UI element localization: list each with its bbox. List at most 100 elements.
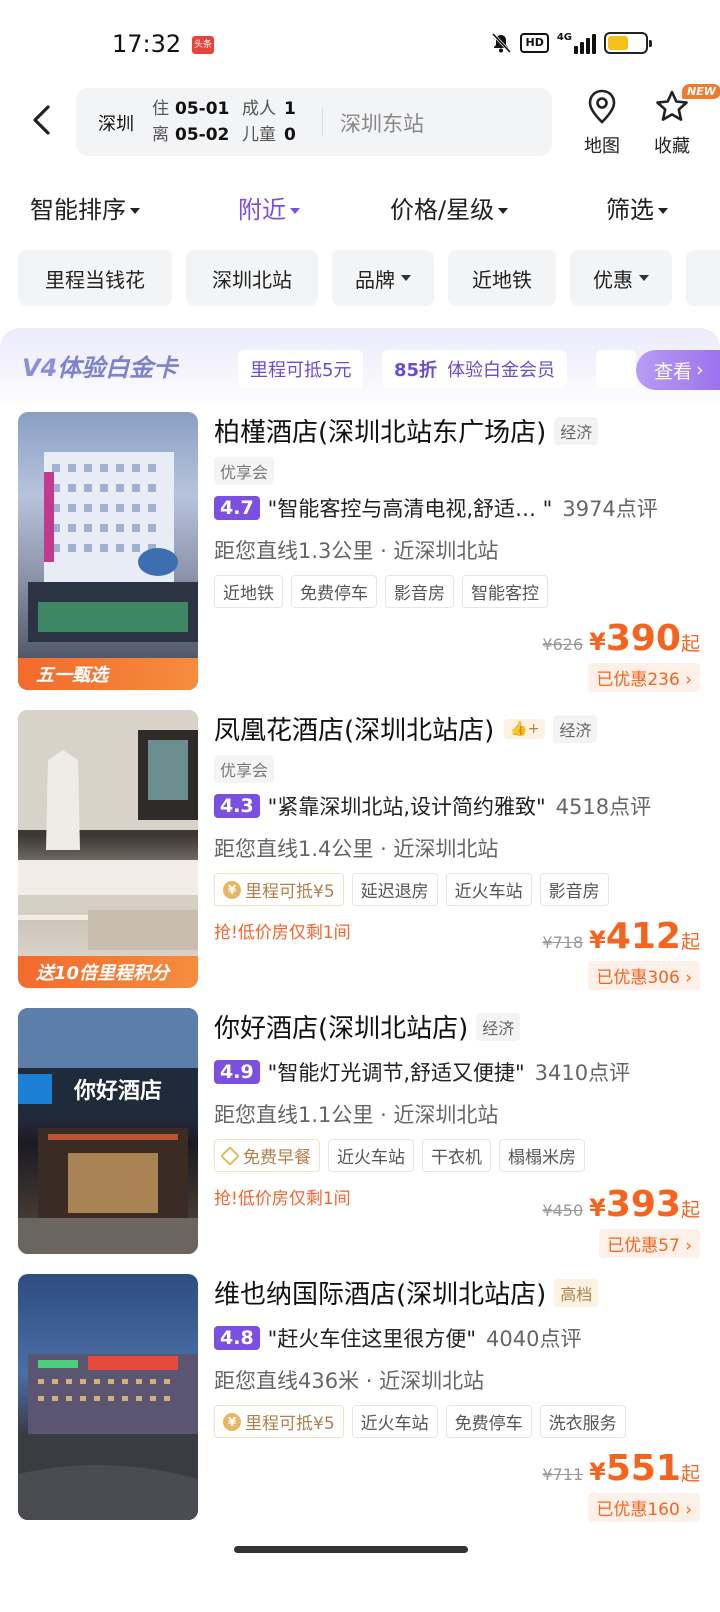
amenity-tag: 洗衣服务 <box>539 1405 626 1438</box>
network-type: 4G <box>556 32 572 43</box>
map-button[interactable]: 地图 <box>580 88 624 158</box>
hotel-card[interactable]: 维也纳国际酒店(深圳北站店) 高档 4.8 "赶火车住这里很方便" 4040点评 距您… <box>0 1274 720 1524</box>
hotel-photo: 你好酒店 <box>18 1008 198 1254</box>
review-count: 3410点评 <box>534 1061 631 1085</box>
hotel-info: 维也纳国际酒店(深圳北站店) 高档 4.8 "赶火车住这里很方便" 4040点评 距您… <box>214 1274 704 1438</box>
chip-shenzhen-north[interactable]: 深圳北站 <box>186 250 318 306</box>
distance-text: 距您直线436米 · 近深圳北站 <box>214 1369 485 1393</box>
hotel-grade: 高档 <box>554 1278 599 1307</box>
chip-near-metro[interactable]: 近地铁 <box>448 250 556 306</box>
rating-score: 4.3 <box>214 794 260 818</box>
promo-view-label: 查看 <box>654 360 693 383</box>
hotel-grade: 经济 <box>476 1012 521 1041</box>
chip-discount[interactable]: 优惠 <box>570 250 672 306</box>
sort-smart[interactable]: 智能排序 <box>30 190 140 225</box>
review-quote: "紧靠深圳北站,设计简约雅致" <box>267 795 546 819</box>
chip-discount-label: 优惠 <box>593 267 633 292</box>
caret-down-icon <box>290 208 300 214</box>
promo-title: V4体验白金卡 <box>22 348 177 383</box>
status-bar: 17:32 头条 HD 4G <box>0 0 720 84</box>
hotel-grade: 经济 <box>554 416 599 445</box>
amenity-tag: 近火车站 <box>351 1405 438 1438</box>
original-price: ¥711 <box>542 1465 584 1484</box>
search-box[interactable]: 深圳 住 05-01 离 05-02 成人 1 儿童 0 深圳东站 <box>76 88 552 156</box>
hotel-card[interactable]: 送10倍里程积分 凤凰花酒店(深圳北站店) 👍+ 经济 优享会 4.3 "紧靠深圳北站… <box>0 710 720 990</box>
new-badge: NEW <box>682 84 720 99</box>
currency-symbol: ¥ <box>589 628 606 656</box>
photo-ribbon: 五一甄选 <box>18 658 198 690</box>
discount-badge: 已优惠160 › <box>588 1493 700 1522</box>
amenity-tags: ¥ 里程可抵¥5 近火车站 免费停车 洗衣服务 <box>214 1405 704 1438</box>
amenity-tag: 智能客控 <box>462 575 548 608</box>
currency-symbol: ¥ <box>589 1194 606 1222</box>
hotel-photo <box>18 1274 198 1520</box>
hotel-card[interactable]: 你好酒店 你好酒店(深圳北站店) 经济 4.9 "智能灯光调节,舒适又便捷" 3410… <box>0 1008 720 1258</box>
map-label: 地图 <box>584 136 620 157</box>
promo-pill-discount: 85折 体验白金会员 <box>382 350 568 388</box>
city-selector[interactable]: 深圳 <box>98 110 134 136</box>
review-quote: "智能灯光调节,舒适又便捷" <box>267 1061 525 1085</box>
rating-score: 4.7 <box>214 496 260 520</box>
coin-icon: ¥ <box>223 880 241 899</box>
price-block: ¥711 ¥551 起 已优惠160 › <box>542 1448 700 1522</box>
checkout-date: 05-02 <box>175 125 230 145</box>
review-count: 4518点评 <box>555 795 652 819</box>
rating-score: 4.8 <box>214 1326 260 1350</box>
amenity-tag: 免费停车 <box>445 1405 532 1438</box>
original-price: ¥626 <box>542 635 584 654</box>
toutiao-app-icon: 头条 <box>192 36 214 54</box>
chevron-right-icon: › <box>696 359 704 381</box>
date-selector[interactable]: 住 05-01 离 05-02 <box>152 96 229 148</box>
hotel-card[interactable]: 五一甄选 柏槿酒店(深圳北站东广场店) 经济 优享会 4.7 "智能客控与高清电视,… <box>0 412 720 692</box>
amenity-tag: 近火车站 <box>445 873 532 906</box>
sort-nearby[interactable]: 附近 <box>238 190 300 225</box>
sort-price-star[interactable]: 价格/星级 <box>390 190 509 225</box>
home-indicator[interactable] <box>234 1546 468 1553</box>
amenity-tags: ¥ 里程可抵¥5 延迟退房 近火车站 影音房 <box>214 873 704 906</box>
membership-promo-banner[interactable]: V4体验白金卡 里程可抵5元 85折 体验白金会员 查看 › <box>0 328 720 408</box>
rating-score: 4.9 <box>214 1060 260 1084</box>
battery-icon <box>604 32 652 54</box>
price-suffix: 起 <box>680 633 700 655</box>
amenity-tag: 近火车站 <box>328 1139 414 1172</box>
location-pin-icon <box>588 89 616 124</box>
distance-text: 距您直线1.3公里 · 近深圳北站 <box>214 539 499 563</box>
chip-brand[interactable]: 品牌 <box>332 250 434 306</box>
sort-filter-label: 筛选 <box>606 196 654 224</box>
hotel-room-illustration <box>18 710 198 950</box>
original-price: ¥718 <box>542 933 584 952</box>
amenity-tags: 近地铁 免费停车 影音房 智能客控 <box>214 575 704 608</box>
discount-badge: 已优惠306 › <box>588 961 700 990</box>
chip-mileage[interactable]: 里程当钱花 <box>18 250 172 306</box>
sort-nearby-label: 附近 <box>238 196 286 224</box>
amenity-tag: 延迟退房 <box>351 873 438 906</box>
search-header: 深圳 住 05-01 离 05-02 成人 1 儿童 0 深圳东站 地图 NEW 收藏 <box>0 84 720 164</box>
amenity-tag: 榻榻米房 <box>499 1139 585 1172</box>
children-label: 儿童 <box>242 125 276 145</box>
mute-bell-icon <box>490 32 512 54</box>
back-button[interactable] <box>22 100 62 140</box>
promo-view-button[interactable]: 查看 › <box>636 350 720 390</box>
hotel-facade-illustration: 你好酒店 <box>18 1008 198 1254</box>
review-count: 3974点评 <box>562 497 658 521</box>
guest-selector[interactable]: 成人 1 儿童 0 <box>242 96 296 148</box>
adults-count: 1 <box>284 99 296 119</box>
hotel-photo: 五一甄选 <box>18 412 198 690</box>
mileage-tag: ¥ 里程可抵¥5 <box>214 1405 344 1438</box>
keyword-field[interactable]: 深圳东站 <box>340 108 424 138</box>
sort-filter[interactable]: 筛选 <box>606 190 668 225</box>
amenity-tag: 影音房 <box>385 575 454 608</box>
price-suffix: 起 <box>680 1199 700 1221</box>
hotel-name: 柏槿酒店(深圳北站东广场店) <box>214 418 547 448</box>
favorites-label: 收藏 <box>654 136 690 157</box>
discount-text: 已优惠160 <box>596 1500 680 1520</box>
chip-overflow[interactable] <box>686 250 720 306</box>
price-suffix: 起 <box>680 931 700 953</box>
divider <box>322 108 323 136</box>
hotel-grade: 经济 <box>553 714 598 743</box>
promo-title-text: 体验白金卡 <box>57 354 178 382</box>
favorites-button[interactable]: NEW 收藏 <box>650 84 720 158</box>
hotel-sign-text: 你好酒店 <box>73 1078 162 1103</box>
price-block: ¥718 ¥412 起 已优惠306 › <box>542 916 700 990</box>
distance-text: 距您直线1.4公里 · 近深圳北站 <box>214 837 499 861</box>
